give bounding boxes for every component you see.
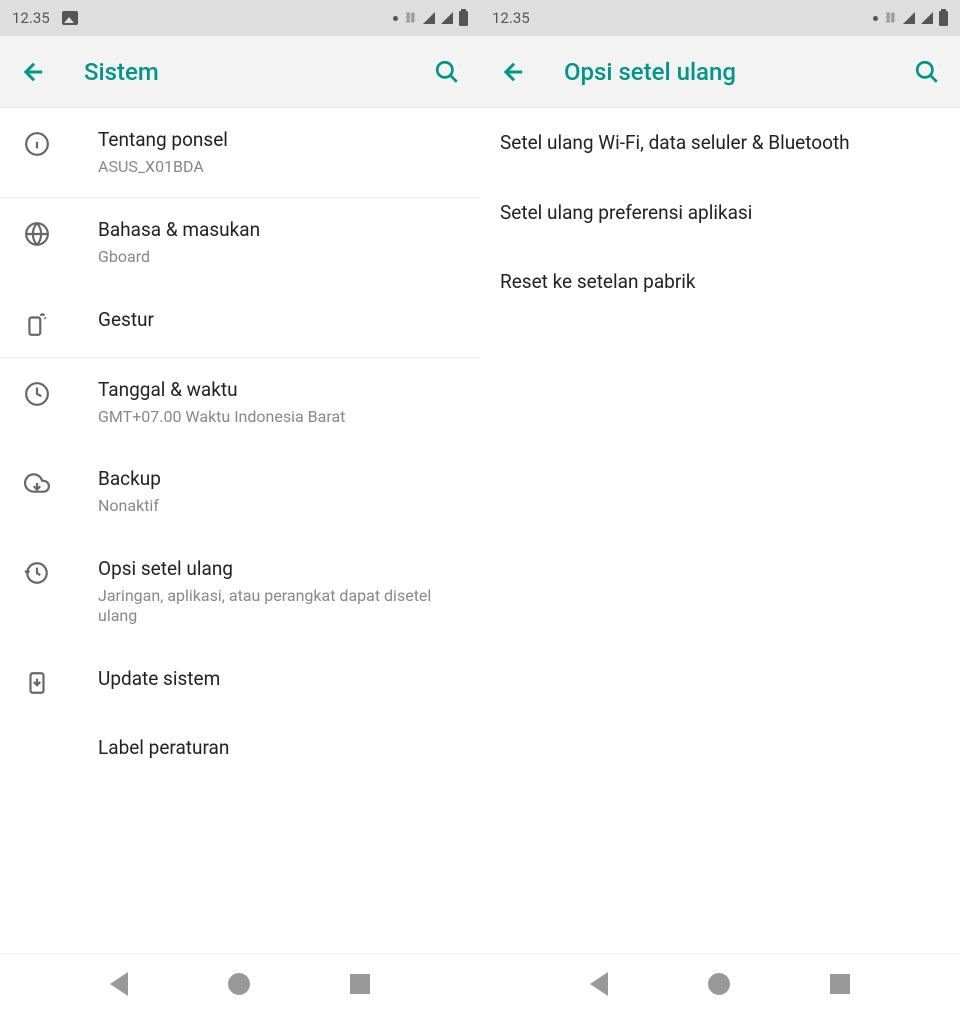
page-title: Opsi setel ulang: [564, 58, 914, 86]
status-bar: 12.35 ⛓: [480, 0, 960, 36]
status-time: 12.35: [492, 9, 530, 27]
signal-icon: [921, 12, 933, 24]
vpn-icon: ⛓: [884, 13, 897, 24]
item-title: Setel ulang Wi-Fi, data seluler & Blueto…: [500, 130, 940, 156]
about-phone-item[interactable]: Tentang ponsel ASUS_X01BDA: [0, 108, 480, 197]
item-title: Backup: [98, 467, 460, 492]
date-time-item[interactable]: Tanggal & waktu GMT+07.00 Waktu Indonesi…: [0, 358, 480, 447]
item-subtitle: Nonaktif: [98, 496, 460, 517]
navigation-bar: [480, 953, 960, 1013]
nav-home-icon[interactable]: [228, 973, 250, 995]
page-title: Sistem: [84, 58, 434, 86]
battery-icon: [459, 11, 468, 26]
factory-reset-item[interactable]: Reset ke setelan pabrik: [480, 247, 960, 317]
item-title: Bahasa & masukan: [98, 218, 460, 243]
signal-icon: [903, 12, 915, 24]
history-icon: [24, 560, 50, 586]
status-time: 12.35: [12, 9, 50, 27]
notification-dot-icon: [873, 16, 878, 21]
reset-network-item[interactable]: Setel ulang Wi-Fi, data seluler & Blueto…: [480, 108, 960, 178]
signal-icon: [441, 12, 453, 24]
reset-list: Setel ulang Wi-Fi, data seluler & Blueto…: [480, 108, 960, 953]
system-update-item[interactable]: Update sistem: [0, 647, 480, 716]
reset-options-screen: 12.35 ⛓ Opsi setel ulang Setel ulang Wi-…: [480, 0, 960, 1013]
gesture-icon: [24, 311, 50, 337]
settings-list: Tentang ponsel ASUS_X01BDA Bahasa & masu…: [0, 108, 480, 953]
item-title: Setel ulang preferensi aplikasi: [500, 200, 940, 226]
search-icon[interactable]: [434, 59, 460, 85]
clock-icon: [24, 381, 50, 407]
cloud-icon: [24, 470, 50, 496]
item-title: Opsi setel ulang: [98, 557, 460, 582]
nav-recent-icon[interactable]: [830, 974, 850, 994]
item-title: Gestur: [98, 308, 460, 333]
item-title: Reset ke setelan pabrik: [500, 269, 940, 295]
navigation-bar: [0, 953, 480, 1013]
item-title: Tentang ponsel: [98, 128, 460, 153]
nav-back-icon[interactable]: [110, 972, 128, 996]
vpn-icon: ⛓: [404, 13, 417, 24]
item-subtitle: Gboard: [98, 247, 460, 268]
update-icon: [24, 670, 50, 696]
nav-back-icon[interactable]: [590, 972, 608, 996]
item-subtitle: GMT+07.00 Waktu Indonesia Barat: [98, 407, 460, 428]
item-subtitle: ASUS_X01BDA: [98, 157, 460, 178]
item-title: Tanggal & waktu: [98, 378, 460, 403]
notification-dot-icon: [393, 16, 398, 21]
app-bar: Sistem: [0, 36, 480, 108]
system-settings-screen: 12.35 ⛓ Sistem Tentang ponsel ASUS_X01BD…: [0, 0, 480, 1013]
item-title: Update sistem: [98, 667, 460, 692]
item-title: Label peraturan: [98, 736, 460, 761]
reset-app-prefs-item[interactable]: Setel ulang preferensi aplikasi: [480, 178, 960, 248]
status-bar: 12.35 ⛓: [0, 0, 480, 36]
nav-recent-icon[interactable]: [350, 974, 370, 994]
app-bar: Opsi setel ulang: [480, 36, 960, 108]
globe-icon: [24, 221, 50, 247]
nav-home-icon[interactable]: [708, 973, 730, 995]
signal-icon: [423, 12, 435, 24]
battery-icon: [939, 11, 948, 26]
language-input-item[interactable]: Bahasa & masukan Gboard: [0, 198, 480, 287]
reset-options-item[interactable]: Opsi setel ulang Jaringan, aplikasi, ata…: [0, 537, 480, 647]
back-arrow-icon[interactable]: [20, 58, 48, 86]
search-icon[interactable]: [914, 59, 940, 85]
back-arrow-icon[interactable]: [500, 58, 528, 86]
info-icon: [24, 131, 50, 157]
item-subtitle: Jaringan, aplikasi, atau perangkat dapat…: [98, 586, 460, 628]
picture-icon: [62, 11, 78, 25]
regulatory-labels-item[interactable]: Label peraturan: [0, 716, 480, 781]
backup-item[interactable]: Backup Nonaktif: [0, 447, 480, 536]
gestures-item[interactable]: Gestur: [0, 288, 480, 357]
